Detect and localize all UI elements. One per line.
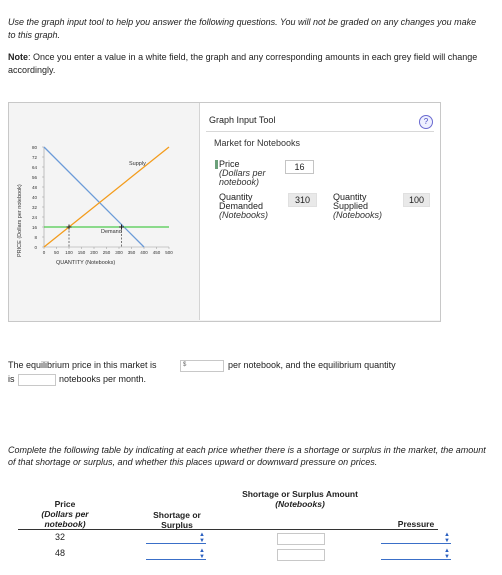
y-tick-label: 64 — [32, 165, 38, 170]
y-tick-label: 24 — [32, 215, 38, 220]
table-header-rule — [18, 529, 438, 530]
x-tick-label: 350 — [128, 250, 136, 255]
supply-demand-graph[interactable]: PRICE (Dollars per notebook) 80726456484… — [12, 137, 188, 277]
graph-input-tool: Graph Input Tool ? Market for Notebooks … — [199, 103, 440, 320]
x-tick-label: 400 — [140, 250, 148, 255]
market-title: Market for Notebooks — [214, 138, 301, 148]
col-header-price: Price (Dollars per notebook) — [30, 499, 100, 529]
equilibrium-quantity-input[interactable] — [18, 374, 56, 386]
y-tick-label: 72 — [32, 155, 38, 160]
note-label: Note — [8, 52, 28, 62]
price-label-group: Price (Dollars per notebook) — [219, 160, 293, 187]
y-tick-label: 80 — [32, 145, 38, 150]
col-header-price-unit: (Dollars per notebook) — [41, 509, 89, 529]
instructions-intro: Use the graph input tool to help you ans… — [8, 17, 477, 40]
col-header-amount-label: Shortage or Surplus Amount — [242, 489, 358, 499]
col-header-shortage: Shortage or Surplus — [153, 510, 201, 530]
x-tick-label: 300 — [115, 250, 123, 255]
x-tick-label: 0 — [43, 250, 46, 255]
y-tick-label: 8 — [34, 235, 37, 240]
col-header-pressure: Pressure — [397, 519, 435, 529]
y-tick-label: 16 — [32, 225, 38, 230]
x-tick-label: 150 — [78, 250, 86, 255]
row-price: 48 — [55, 548, 66, 558]
col-header-amount-unit: (Notebooks) — [275, 499, 325, 509]
amount-input[interactable] — [277, 533, 325, 545]
amount-input[interactable] — [277, 549, 325, 561]
dropdown-down-icon: ▼ — [444, 538, 450, 544]
col-header-price-label: Price — [54, 499, 76, 509]
y-tick-label: 40 — [32, 195, 38, 200]
note-text: : Once you enter a value in a white fiel… — [8, 52, 478, 75]
quantity-supplied-label: Quantity Supplied — [333, 192, 369, 211]
dropdown-down-icon: ▼ — [444, 554, 450, 560]
y-tick-label: 48 — [32, 185, 38, 190]
x-ticks: 0 50 100 150 200 250 300 350 400 450 500 — [43, 247, 173, 255]
y-tick-label: 32 — [32, 205, 38, 210]
quantity-demanded-label: Quantity Demanded — [219, 192, 264, 211]
price-unit: (Dollars per notebook) — [219, 168, 266, 187]
quantity-supplied-unit: (Notebooks) — [333, 210, 383, 220]
graph-input-tool-title: Graph Input Tool — [209, 115, 276, 125]
quantity-demanded-unit: (Notebooks) — [219, 210, 269, 220]
x-tick-label: 500 — [165, 250, 173, 255]
x-tick-label: 450 — [153, 250, 161, 255]
equilibrium-price-input[interactable]: $ — [180, 360, 224, 372]
dropdown-down-icon: ▼ — [199, 538, 205, 544]
equilibrium-text-4: notebooks per month. — [59, 374, 147, 384]
row-price: 32 — [55, 532, 66, 542]
x-tick-label: 100 — [65, 250, 73, 255]
instructions-note: Note: Once you enter a value in a white … — [8, 51, 478, 77]
x-tick-label: 200 — [90, 250, 98, 255]
dropdown-down-icon: ▼ — [199, 554, 205, 560]
price-input[interactable]: 16 — [285, 160, 314, 174]
x-tick-label: 250 — [103, 250, 111, 255]
quantity-supplied-value: 100 — [403, 193, 430, 207]
y-tick-label: 56 — [32, 175, 38, 180]
pressure-dropdown[interactable]: ▲ ▼ — [381, 532, 451, 544]
y-tick-label: 0 — [34, 245, 37, 250]
quantity-supplied-group: Quantity Supplied (Notebooks) — [333, 193, 403, 220]
x-axis-label: QUANTITY (Notebooks) — [56, 260, 115, 266]
shortage-surplus-dropdown[interactable]: ▲ ▼ — [146, 532, 206, 544]
equilibrium-text-2: per notebook, and the equilibrium quanti… — [228, 360, 396, 370]
col-header-amount: Shortage or Surplus Amount (Notebooks) — [240, 489, 360, 509]
supply-label: Supply — [129, 161, 146, 167]
demand-label: Demand — [101, 229, 122, 235]
price-color-key — [215, 160, 218, 169]
equilibrium-text-3: is — [8, 374, 15, 384]
quantity-demanded-group: Quantity Demanded (Notebooks) — [219, 193, 287, 220]
equilibrium-text-1: The equilibrium price in this market is — [8, 360, 157, 370]
shortage-surplus-dropdown[interactable]: ▲ ▼ — [146, 548, 206, 560]
dollar-sign: $ — [183, 362, 187, 368]
y-axis-label: PRICE (Dollars per notebook) — [17, 184, 23, 257]
quantity-demanded-value: 310 — [288, 193, 317, 207]
help-icon[interactable]: ? — [419, 115, 433, 129]
y-ticks: 80726456484032241680 — [32, 145, 44, 250]
x-tick-label: 50 — [54, 250, 60, 255]
table-instructions: Complete the following table by indicati… — [8, 445, 486, 467]
pressure-dropdown[interactable]: ▲ ▼ — [381, 548, 451, 560]
divider — [206, 131, 434, 132]
